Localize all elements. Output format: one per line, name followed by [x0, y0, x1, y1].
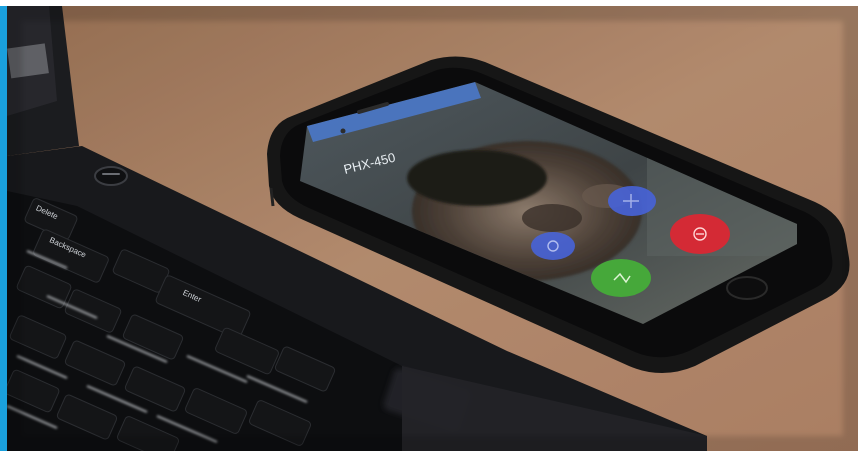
photo-frame: PHX-450 Delete Backspace Enter [7, 6, 858, 451]
laptop-power-button[interactable] [94, 166, 128, 186]
decline-call-button[interactable] [670, 214, 730, 254]
accept-call-button[interactable] [591, 259, 651, 297]
phone-home-button[interactable] [726, 276, 768, 300]
accent-edge-bar [0, 0, 7, 451]
phone-side-button [269, 187, 275, 207]
photo-illustration: PHX-450 Delete Backspace Enter [7, 6, 858, 451]
photo-scene: PHX-450 Delete Backspace Enter [0, 0, 858, 451]
mute-call-button[interactable] [531, 232, 575, 260]
video-call-button[interactable] [608, 186, 656, 216]
phone-camera [340, 128, 346, 134]
